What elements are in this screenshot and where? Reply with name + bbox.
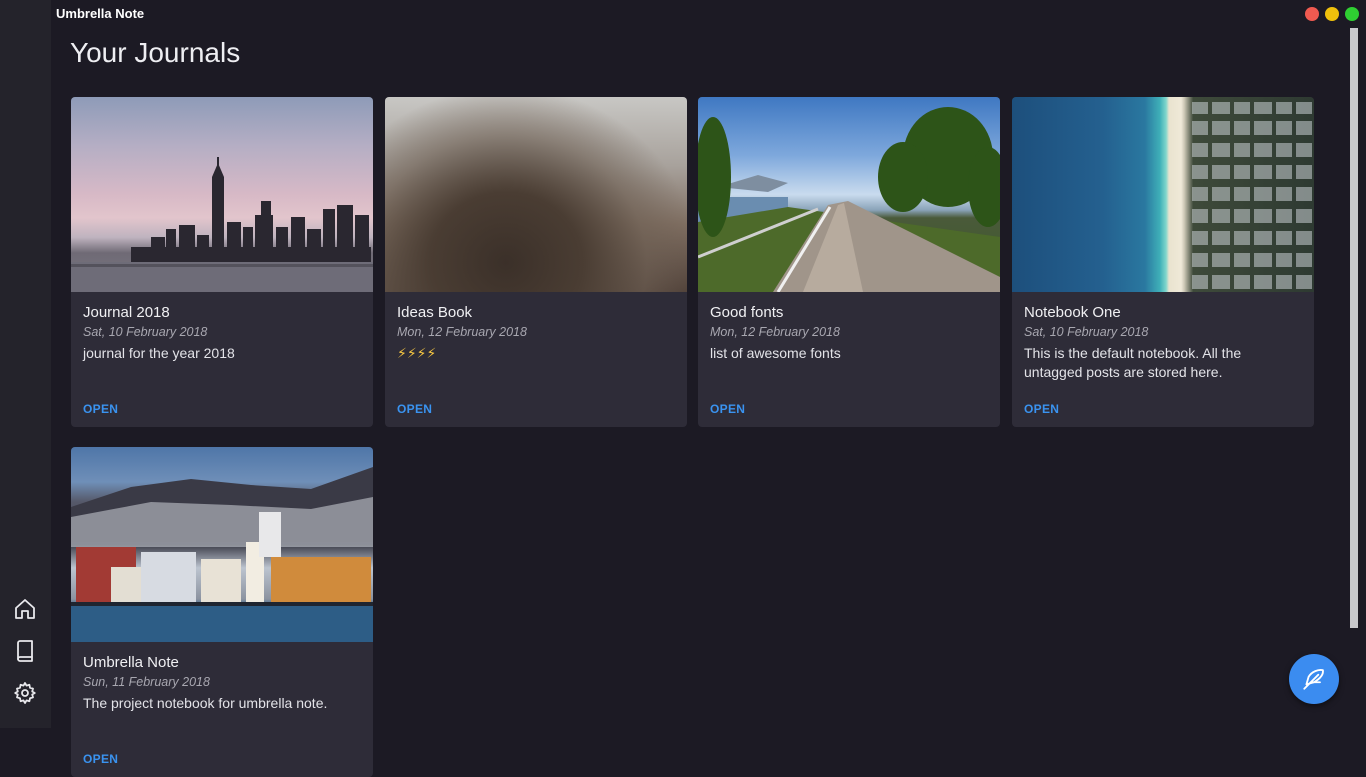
journal-cover-image xyxy=(385,97,687,292)
main-content: Your Journals Journal 2018 Sat, 10 Febru… xyxy=(51,0,1358,777)
open-journal-button[interactable]: OPEN xyxy=(83,402,118,416)
journal-card[interactable]: Notebook One Sat, 10 February 2018 This … xyxy=(1012,97,1314,427)
journal-date: Mon, 12 February 2018 xyxy=(710,325,840,339)
open-journal-button[interactable]: OPEN xyxy=(1024,402,1059,416)
journal-card[interactable]: Journal 2018 Sat, 10 February 2018 journ… xyxy=(71,97,373,427)
journal-date: Sat, 10 February 2018 xyxy=(83,325,208,339)
open-journal-button[interactable]: OPEN xyxy=(397,402,432,416)
feather-pen-icon xyxy=(1303,669,1324,690)
journal-cover-image xyxy=(71,447,373,642)
journal-title: Journal 2018 xyxy=(83,304,170,321)
journal-date: Mon, 12 February 2018 xyxy=(397,325,527,339)
journal-cover-image xyxy=(1012,97,1314,292)
page-title: Your Journals xyxy=(70,37,241,68)
journal-description: This is the default notebook. All the un… xyxy=(1024,345,1242,380)
journal-description: ⚡⚡⚡⚡ xyxy=(397,345,437,361)
scrollbar[interactable] xyxy=(1350,28,1358,628)
new-note-button[interactable] xyxy=(1289,654,1339,704)
journal-title: Umbrella Note xyxy=(83,654,179,671)
journal-card[interactable]: Ideas Book Mon, 12 February 2018 ⚡⚡⚡⚡ OP… xyxy=(385,97,687,427)
journal-title: Ideas Book xyxy=(397,304,473,321)
book-icon[interactable] xyxy=(12,638,38,664)
journal-cover-image xyxy=(71,97,373,292)
journal-date: Sat, 10 February 2018 xyxy=(1024,325,1149,339)
gear-icon[interactable] xyxy=(12,680,38,706)
journal-description: The project notebook for umbrella note. xyxy=(83,695,328,711)
journal-date: Sun, 11 February 2018 xyxy=(83,675,210,689)
sidebar xyxy=(0,0,51,728)
journal-description: list of awesome fonts xyxy=(710,345,841,361)
journal-card[interactable]: Good fonts Mon, 12 February 2018 list of… xyxy=(698,97,1000,427)
journal-cover-image xyxy=(698,97,1000,292)
home-icon[interactable] xyxy=(12,596,38,622)
journal-description: journal for the year 2018 xyxy=(83,345,235,361)
open-journal-button[interactable]: OPEN xyxy=(83,752,118,766)
open-journal-button[interactable]: OPEN xyxy=(710,402,745,416)
journal-title: Good fonts xyxy=(710,304,784,321)
journal-title: Notebook One xyxy=(1024,304,1121,321)
